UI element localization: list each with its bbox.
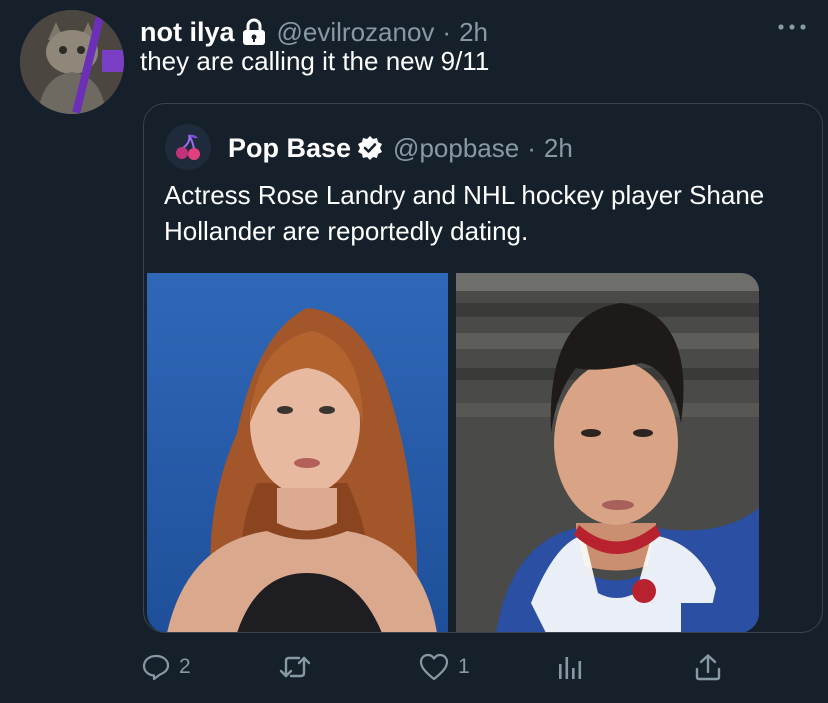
like-button[interactable]: 1 [418,652,470,682]
more-icon[interactable] [775,17,809,37]
action-bar: 2 1 [0,640,828,696]
quoted-header: Pop Base @popbase · 2h [228,128,573,168]
separator-dot: · [442,16,452,47]
quoted-display-name[interactable]: Pop Base [228,133,351,164]
analytics-icon [556,652,584,682]
tweet: not ilya @evilrozanov · 2h they are call… [0,0,828,703]
analytics-button[interactable] [556,652,584,682]
reply-count: 2 [179,655,191,678]
quoted-separator-dot: · [527,132,536,163]
reply-icon [141,652,171,682]
photo-hockey-player[interactable] [456,273,759,632]
quoted-avatar[interactable] [165,124,211,170]
handle[interactable]: @evilrozanov [277,17,435,48]
like-icon [418,652,450,682]
quoted-text: Actress Rose Landry and NHL hockey playe… [164,180,765,246]
share-icon [693,652,723,682]
verified-icon [357,135,383,161]
lock-icon [241,18,267,46]
tweet-header: not ilya @evilrozanov · 2h [140,14,488,50]
quoted-tweet[interactable]: Pop Base @popbase · 2h Actress Rose Land… [143,103,823,633]
timestamp[interactable]: 2h [459,17,488,48]
photo-actress[interactable] [147,273,448,632]
quoted-handle[interactable]: @popbase [393,133,519,164]
display-name[interactable]: not ilya [140,17,235,48]
retweet-icon [278,652,312,682]
avatar[interactable] [20,10,124,114]
tweet-text: they are calling it the new 9/11 [140,46,490,76]
reply-button[interactable]: 2 [141,652,191,682]
cherry-logo-icon [176,134,200,160]
retweet-button[interactable] [278,652,320,682]
like-count: 1 [458,655,470,678]
quoted-timestamp[interactable]: 2h [544,133,573,164]
share-button[interactable] [693,652,723,682]
